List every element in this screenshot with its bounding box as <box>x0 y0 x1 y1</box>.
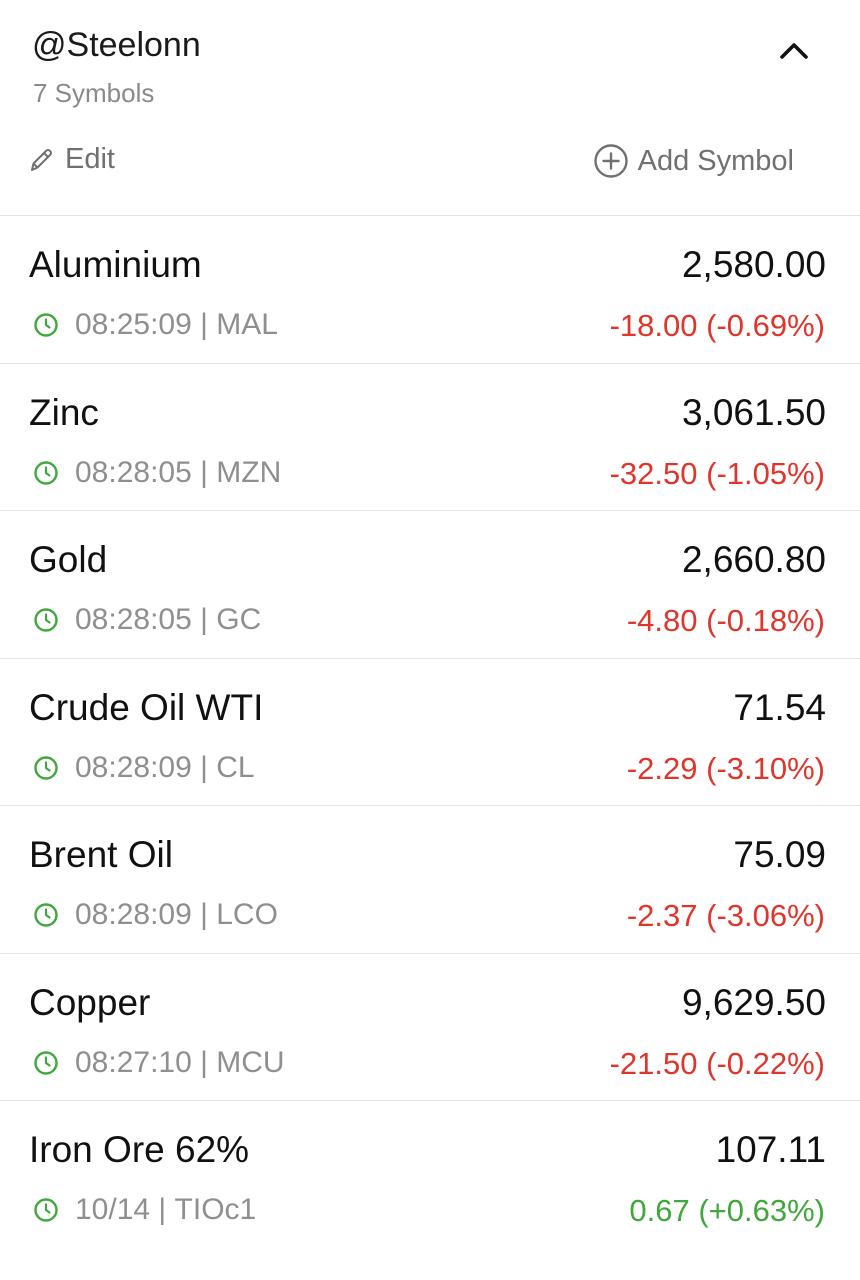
symbol-code: GC <box>216 603 262 636</box>
clock-icon <box>34 460 58 485</box>
symbol-price: 2,660.80 <box>681 539 826 580</box>
symbol-code: TIOc1 <box>174 1193 257 1226</box>
symbol-change: 0.67 (+0.63%) <box>629 1193 825 1228</box>
clock-icon <box>34 903 58 927</box>
collapse-button[interactable] <box>774 30 814 70</box>
symbol-count: 7 Symbols <box>33 78 155 108</box>
watchlist-header: @Steelonn 7 Symbols Edit Add Symbol <box>0 0 860 216</box>
meta-separator: | <box>191 308 217 341</box>
symbol-change: -4.80 (-0.18%) <box>626 603 825 638</box>
add-symbol-label: Add Symbol <box>637 144 794 177</box>
symbol-meta: 10/14 | TIOc1 <box>33 1193 256 1227</box>
symbol-change: -32.50 (-1.05%) <box>609 455 825 491</box>
symbol-list: Aluminium 2,580.00 08:25:09 | MAL -18.00 (-… <box>0 216 860 1249</box>
symbol-code: LCO <box>216 898 278 931</box>
meta-separator: | <box>191 750 217 784</box>
symbol-code: CL <box>216 750 255 784</box>
symbol-meta: 08:28:09 | LCO <box>33 898 278 932</box>
symbol-meta: 08:28:05 | MZN <box>33 456 281 490</box>
clock-icon <box>34 1050 58 1075</box>
meta-separator: | <box>191 1045 217 1079</box>
symbol-price: 107.11 <box>715 1129 826 1170</box>
symbol-change: -2.29 (-3.10%) <box>626 750 825 786</box>
symbol-price: 9,629.50 <box>681 981 826 1023</box>
symbol-change: -18.00 (-0.69%) <box>609 308 825 343</box>
symbol-time: 08:28:05 <box>75 455 192 489</box>
clock-icon <box>34 755 58 780</box>
meta-separator: | <box>191 455 217 489</box>
symbol-price: 2,580.00 <box>681 244 826 285</box>
symbol-change: -2.37 (-3.06%) <box>626 898 825 933</box>
symbol-time: 08:28:05 <box>75 603 192 636</box>
symbol-row[interactable]: Iron Ore 62% 107.11 10/14 | TIOc1 0.67 (+0.… <box>0 1101 860 1249</box>
symbol-name: Brent Oil <box>29 834 173 875</box>
meta-separator: | <box>191 898 217 931</box>
symbol-price: 71.54 <box>733 686 826 728</box>
clock-icon <box>34 1198 58 1222</box>
symbol-name: Crude Oil WTI <box>29 686 264 728</box>
symbol-row[interactable]: Gold 2,660.80 08:28:05 | GC -4.80 (-0.18%) <box>0 511 860 659</box>
symbol-row[interactable]: Aluminium 2,580.00 08:25:09 | MAL -18.00 (-… <box>0 216 860 364</box>
edit-button[interactable]: Edit <box>28 143 115 176</box>
pencil-icon <box>31 148 52 171</box>
symbol-row[interactable]: Crude Oil WTI 71.54 08:28:09 | CL -2.29 (-3… <box>0 659 860 806</box>
symbol-price: 75.09 <box>733 834 826 875</box>
symbol-time: 08:28:09 <box>75 750 192 784</box>
symbol-row[interactable]: Copper 9,629.50 08:27:10 | MCU -21.50 (-0.2… <box>0 954 860 1101</box>
symbol-name: Copper <box>29 981 151 1023</box>
symbol-change: -21.50 (-0.22%) <box>609 1045 825 1081</box>
symbol-name: Gold <box>29 539 108 580</box>
clock-icon <box>34 608 58 632</box>
symbol-time: 10/14 <box>75 1193 151 1226</box>
symbol-code: MAL <box>216 308 278 341</box>
symbol-code: MZN <box>216 455 282 489</box>
add-symbol-button[interactable]: Add Symbol <box>593 143 794 179</box>
plus-circle-icon <box>593 144 628 178</box>
symbol-time: 08:28:09 <box>75 898 192 931</box>
chevron-up-icon <box>780 43 808 59</box>
symbol-name: Zinc <box>29 391 99 433</box>
symbol-name: Aluminium <box>29 244 202 285</box>
clock-icon <box>34 313 58 337</box>
watchlist-title[interactable]: @Steelonn <box>32 26 201 65</box>
edit-label: Edit <box>65 143 115 175</box>
meta-separator: | <box>150 1193 175 1226</box>
symbol-meta: 08:25:09 | MAL <box>33 308 278 342</box>
meta-separator: | <box>191 603 217 636</box>
symbol-row[interactable]: Zinc 3,061.50 08:28:05 | MZN -32.50 (-1.05%… <box>0 364 860 511</box>
symbol-meta: 08:28:05 | GC <box>33 603 261 637</box>
symbol-meta: 08:27:10 | MCU <box>33 1046 285 1080</box>
symbol-row[interactable]: Brent Oil 75.09 08:28:09 | LCO -2.37 (-3.06… <box>0 806 860 954</box>
symbol-code: MCU <box>216 1045 285 1079</box>
symbol-meta: 08:28:09 | CL <box>33 751 255 785</box>
symbol-time: 08:25:09 <box>75 308 192 341</box>
symbol-name: Iron Ore 62% <box>29 1129 250 1170</box>
symbol-time: 08:27:10 <box>75 1045 192 1079</box>
symbol-price: 3,061.50 <box>681 391 826 433</box>
